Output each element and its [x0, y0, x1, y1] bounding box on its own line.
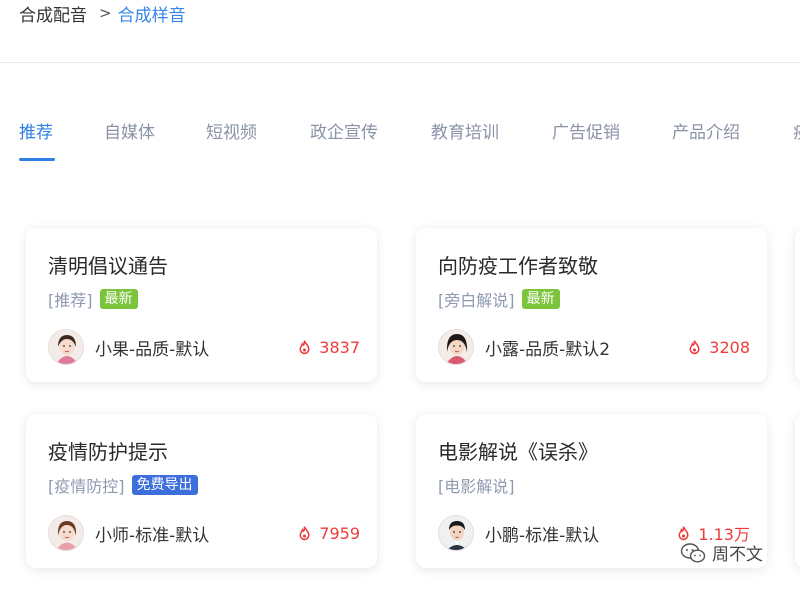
card-category: [电影解说]	[438, 477, 515, 496]
card-title: 电影解说《误杀》	[438, 440, 598, 464]
play-count: 3837	[296, 338, 360, 357]
play-count: 7959	[296, 524, 360, 543]
tab-education[interactable]: 教育培训	[431, 118, 499, 143]
wechat-icon	[680, 542, 706, 563]
new-badge: 最新	[99, 289, 138, 309]
avatar	[48, 515, 84, 551]
avatar	[438, 329, 474, 365]
card-title: 向防疫工作者致敬	[438, 254, 598, 278]
card-category: [推荐]	[48, 291, 93, 310]
tab-advertising[interactable]: 广告促销	[552, 118, 620, 143]
fire-icon	[678, 525, 689, 540]
watermark-text: 周不文	[712, 545, 763, 565]
voice-name: 小鹏-标准-默认	[485, 525, 600, 546]
partial-card[interactable]	[795, 414, 800, 568]
voice-name: 小师-标准-默认	[95, 525, 210, 546]
card-tags: [疫情防控] 免费导出	[48, 474, 198, 496]
new-badge: 最新	[521, 289, 560, 309]
breadcrumb-separator: >	[99, 4, 112, 22]
free-export-badge: 免费导出	[131, 475, 198, 495]
sample-card[interactable]: 疫情防护提示 [疫情防控] 免费导出 小师-标准-默认 7959	[26, 414, 377, 568]
avatar	[48, 329, 84, 365]
watermark: 周不文	[680, 540, 763, 565]
fire-icon	[689, 339, 700, 354]
card-tags: [推荐] 最新	[48, 288, 138, 310]
card-title: 清明倡议通告	[48, 254, 168, 278]
sample-card[interactable]: 向防疫工作者致敬 [旁白解说] 最新 小露-品质-默认2 3208	[416, 228, 767, 382]
voice-name: 小果-品质-默认	[95, 339, 210, 360]
fire-icon	[299, 525, 310, 540]
card-title: 疫情防护提示	[48, 440, 168, 464]
tab-short-video[interactable]: 短视频	[206, 118, 257, 143]
breadcrumb: 合成配音 > 合成样音	[19, 0, 186, 26]
tab-product[interactable]: 产品介绍	[672, 118, 740, 143]
breadcrumb-root[interactable]: 合成配音	[19, 1, 87, 26]
play-count: 3208	[686, 338, 750, 357]
card-tags: [电影解说]	[438, 474, 515, 496]
voice-name: 小露-品质-默认2	[485, 339, 611, 360]
sample-card[interactable]: 清明倡议通告 [推荐] 最新 小果-品质-默认 3837	[26, 228, 377, 382]
card-category: [疫情防控]	[48, 477, 125, 496]
tab-government[interactable]: 政企宣传	[310, 118, 378, 143]
category-tabs: 推荐 自媒体 短视频 政企宣传 教育培训 广告促销 产品介绍 疫	[0, 112, 800, 162]
fire-icon	[299, 339, 310, 354]
play-count-value: 3208	[709, 337, 750, 357]
active-tab-indicator	[19, 158, 55, 161]
partial-card[interactable]	[795, 228, 800, 382]
voice-row: 小果-品质-默认 3837	[48, 328, 360, 366]
play-count-value: 7959	[319, 523, 360, 543]
tab-recommend[interactable]: 推荐	[19, 118, 53, 143]
card-category: [旁白解说]	[438, 291, 515, 310]
tab-epidemic[interactable]: 疫	[793, 118, 800, 143]
voice-row: 小师-标准-默认 7959	[48, 514, 360, 552]
header-divider	[0, 62, 800, 63]
tab-self-media[interactable]: 自媒体	[104, 118, 155, 143]
play-count-value: 3837	[319, 337, 360, 357]
card-tags: [旁白解说] 最新	[438, 288, 560, 310]
voice-row: 小露-品质-默认2 3208	[438, 328, 750, 366]
avatar	[438, 515, 474, 551]
breadcrumb-current: 合成样音	[117, 5, 186, 26]
